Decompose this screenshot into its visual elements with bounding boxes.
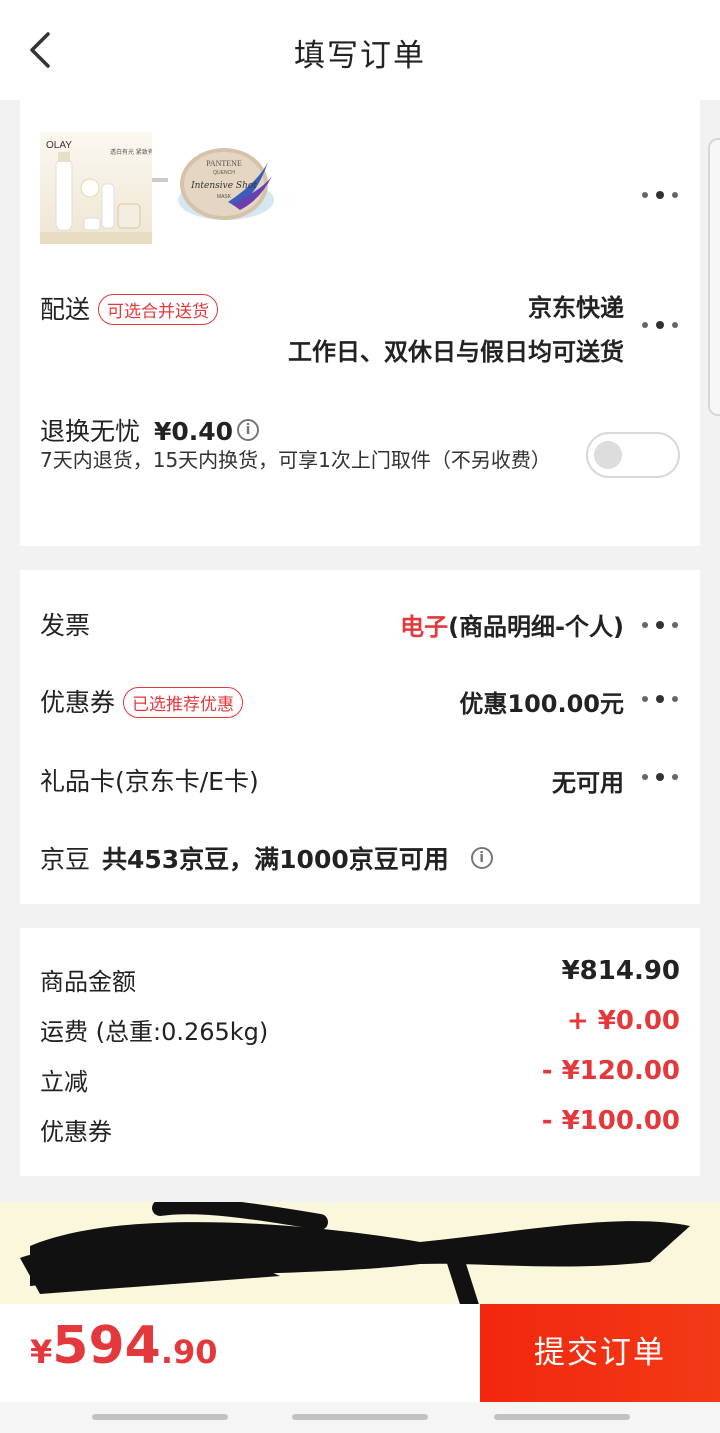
- svg-text:OLAY: OLAY: [46, 140, 72, 151]
- coupon-label: 优惠券: [40, 688, 116, 717]
- summary-value-goods: ¥814.90: [561, 956, 680, 986]
- jingdou-row: 京豆 共453京豆，满1000京豆可用 i: [40, 840, 493, 876]
- delivery-schedule: 工作日、双休日与假日均可送货: [288, 338, 624, 366]
- summary-value-discount: - ¥120.00: [541, 1056, 680, 1086]
- system-navigation-bar: [0, 1402, 720, 1433]
- coupon-value[interactable]: 优惠100.00元: [459, 684, 624, 719]
- info-icon[interactable]: i: [470, 847, 493, 869]
- svg-text:QUENCH: QUENCH: [213, 170, 235, 176]
- product-thumbnail[interactable]: OLAY 透白有光 紧致有度: [40, 132, 152, 244]
- invoice-detail: (商品明细-个人): [448, 613, 624, 641]
- summary-label-coupon: 优惠券: [40, 1118, 112, 1146]
- return-service-row: 退换无忧 ¥0.40 i: [40, 412, 260, 448]
- delivery-more-icon[interactable]: [640, 320, 680, 330]
- nav-bar: 填写订单: [0, 0, 720, 100]
- delivery-label: 配送: [40, 295, 91, 324]
- nav-gesture-pill[interactable]: [292, 1414, 428, 1420]
- delivery-row[interactable]: 配送 可选合并送货: [40, 290, 219, 327]
- summary-label-goods: 商品金额: [40, 968, 136, 996]
- gift-card-more-icon[interactable]: [640, 772, 680, 782]
- payment-options-card: 发票 电子(商品明细-个人) 优惠券 已选推荐优惠 优惠100.00元 礼品卡(京…: [20, 570, 700, 904]
- summary-value-coupon: - ¥100.00: [541, 1106, 680, 1136]
- invoice-value[interactable]: 电子(商品明细-个人): [400, 607, 624, 642]
- redaction-scribble: [20, 1202, 690, 1304]
- merge-delivery-badge: 可选合并送货: [98, 293, 219, 325]
- invoice-more-icon[interactable]: [640, 620, 680, 630]
- price-summary-card: 商品金额 ¥814.90 运费 (总重:0.265kg) + ¥0.00 立减 …: [20, 928, 700, 1176]
- summary-label-discount: 立减: [40, 1068, 88, 1096]
- address-banner-redacted[interactable]: [0, 1202, 720, 1304]
- svg-text:PANTENE: PANTENE: [206, 159, 242, 168]
- svg-text:Intensive Shot: Intensive Shot: [190, 181, 257, 191]
- page-title: 填写订单: [294, 38, 426, 74]
- olay-product-image: OLAY 透白有光 紧致有度: [40, 140, 152, 244]
- info-icon[interactable]: i: [237, 419, 260, 441]
- coupon-badge: 已选推荐优惠: [123, 686, 244, 718]
- return-service-price: ¥0.40: [153, 417, 234, 446]
- invoice-type: 电子: [400, 613, 449, 641]
- summary-label-shipping: 运费 (总重:0.265kg): [40, 1018, 269, 1046]
- return-service-description: 7天内退货，15天内换货，可享1次上门取件（不另收费）: [40, 448, 551, 472]
- nav-gesture-pill[interactable]: [494, 1414, 630, 1420]
- order-items-card: OLAY 透白有光 紧致有度 PANTENE QUENCH Intensive …: [20, 100, 700, 546]
- submit-order-button[interactable]: 提交订单: [480, 1304, 720, 1402]
- product-list-more-icon[interactable]: [640, 190, 680, 200]
- svg-text:透白有光 紧致有度: 透白有光 紧致有度: [110, 148, 152, 156]
- jingdou-label: 京豆: [40, 845, 91, 874]
- invoice-label[interactable]: 发票: [40, 606, 90, 642]
- gift-card-value: 无可用: [552, 769, 624, 797]
- jingdou-value: 共453京豆，满1000京豆可用: [101, 845, 449, 874]
- delivery-carrier: 京东快递: [528, 294, 624, 322]
- coupon-row[interactable]: 优惠券 已选推荐优惠: [40, 683, 244, 720]
- coupon-more-icon[interactable]: [640, 694, 680, 704]
- return-service-label: 退换无忧: [40, 417, 141, 446]
- toggle-knob: [594, 441, 622, 469]
- total-decimal: .90: [160, 1333, 218, 1371]
- return-service-toggle[interactable]: [586, 432, 680, 478]
- total-currency: ¥: [30, 1333, 53, 1371]
- svg-text:MASK: MASK: [217, 194, 232, 200]
- order-total: ¥594.90: [30, 1316, 218, 1376]
- summary-value-shipping: + ¥0.00: [566, 1006, 680, 1036]
- bottom-bar: ¥594.90 提交订单: [0, 1304, 720, 1402]
- gift-card-label[interactable]: 礼品卡(京东卡/E卡): [40, 762, 259, 798]
- nav-gesture-pill[interactable]: [92, 1414, 228, 1420]
- pantene-product-image: PANTENE QUENCH Intensive Shot MASK: [178, 148, 274, 220]
- product-thumbnail[interactable]: PANTENE QUENCH Intensive Shot MASK: [168, 132, 280, 244]
- total-integer: 594: [52, 1316, 161, 1376]
- scrollbar[interactable]: [708, 138, 720, 416]
